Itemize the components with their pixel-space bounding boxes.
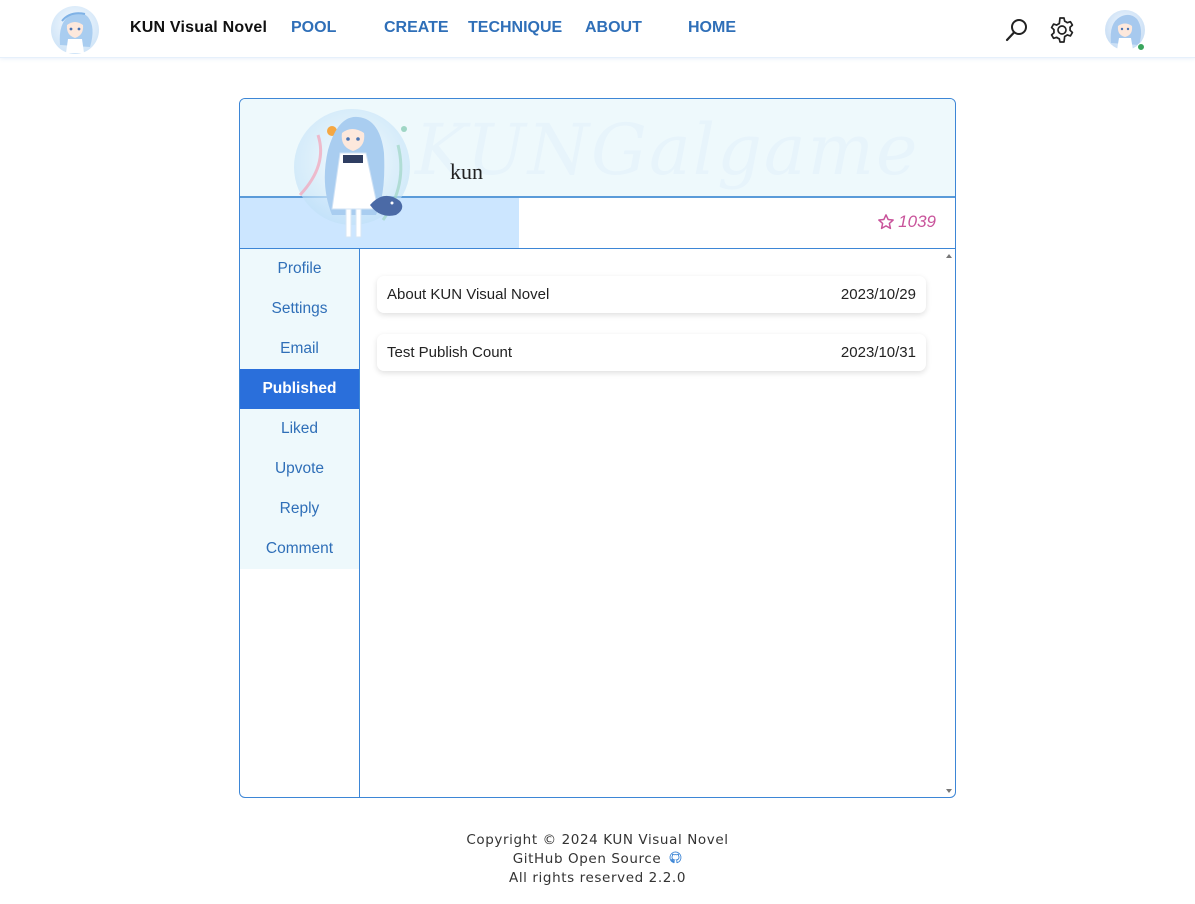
nav-link-about[interactable]: ABOUT [585, 19, 642, 37]
github-link[interactable]: GitHub Open Source [513, 851, 662, 867]
site-title[interactable]: KUN Visual Novel [130, 19, 267, 37]
sidebar-item-reply[interactable]: Reply [240, 489, 359, 529]
footer-rights: All rights reserved 2.2.0 [508, 870, 687, 886]
footer-github-line: GitHub Open Source [0, 850, 1195, 869]
profile-body: Profile Settings Email Published Liked U… [240, 248, 955, 797]
list-item[interactable]: About KUN Visual Novel 2023/10/29 [377, 276, 926, 313]
post-title[interactable]: About KUN Visual Novel [387, 286, 549, 303]
points-value: 1039 [898, 212, 936, 231]
post-title[interactable]: Test Publish Count [387, 344, 512, 361]
post-date: 2023/10/31 [840, 344, 916, 361]
sidebar-menu: Profile Settings Email Published Liked U… [240, 249, 359, 569]
sidebar-item-published[interactable]: Published [240, 369, 359, 409]
nav-link-pool[interactable]: POOL [291, 19, 336, 37]
settings-icon[interactable] [1048, 16, 1076, 44]
scroll-down-arrow[interactable] [946, 789, 952, 793]
top-navigation-bar: KUN Visual Novel POOL CREATE TECHNIQUE A… [0, 0, 1195, 58]
banner-watermark: KUNGalgame [415, 109, 920, 191]
points-display: 1039 [877, 212, 936, 232]
search-icon[interactable] [1004, 17, 1030, 43]
site-logo[interactable] [50, 5, 100, 55]
page-footer: Copyright © 2024 KUN Visual Novel GitHub… [0, 831, 1195, 888]
published-list: About KUN Visual Novel 2023/10/29 Test P… [360, 249, 955, 797]
scroll-up-arrow[interactable] [946, 254, 952, 258]
list-item[interactable]: Test Publish Count 2023/10/31 [377, 334, 926, 371]
nav-link-create[interactable]: CREATE [384, 19, 449, 37]
profile-username: kun [450, 159, 483, 184]
profile-card: KUNGalgame kun 1039 Profile Settings Ema… [239, 98, 956, 798]
profile-stat-row: 1039 [240, 198, 955, 248]
nav-link-technique[interactable]: TECHNIQUE [468, 19, 562, 37]
sidebar-item-comment[interactable]: Comment [240, 529, 359, 569]
footer-copyright: Copyright © 2024 KUN Visual Novel [466, 832, 729, 848]
sidebar-item-email[interactable]: Email [240, 329, 359, 369]
post-date: 2023/10/29 [840, 286, 916, 303]
stat-row-accent [240, 198, 519, 248]
nav-link-home[interactable]: HOME [688, 19, 736, 37]
star-outline-icon [878, 214, 895, 230]
sidebar-item-upvote[interactable]: Upvote [240, 449, 359, 489]
profile-banner: KUNGalgame kun [240, 99, 955, 198]
github-icon[interactable] [669, 851, 682, 864]
profile-sidebar: Profile Settings Email Published Liked U… [240, 249, 360, 797]
online-status-dot [1137, 43, 1145, 51]
sidebar-item-settings[interactable]: Settings [240, 289, 359, 329]
sidebar-item-profile[interactable]: Profile [240, 249, 359, 289]
sidebar-item-liked[interactable]: Liked [240, 409, 359, 449]
